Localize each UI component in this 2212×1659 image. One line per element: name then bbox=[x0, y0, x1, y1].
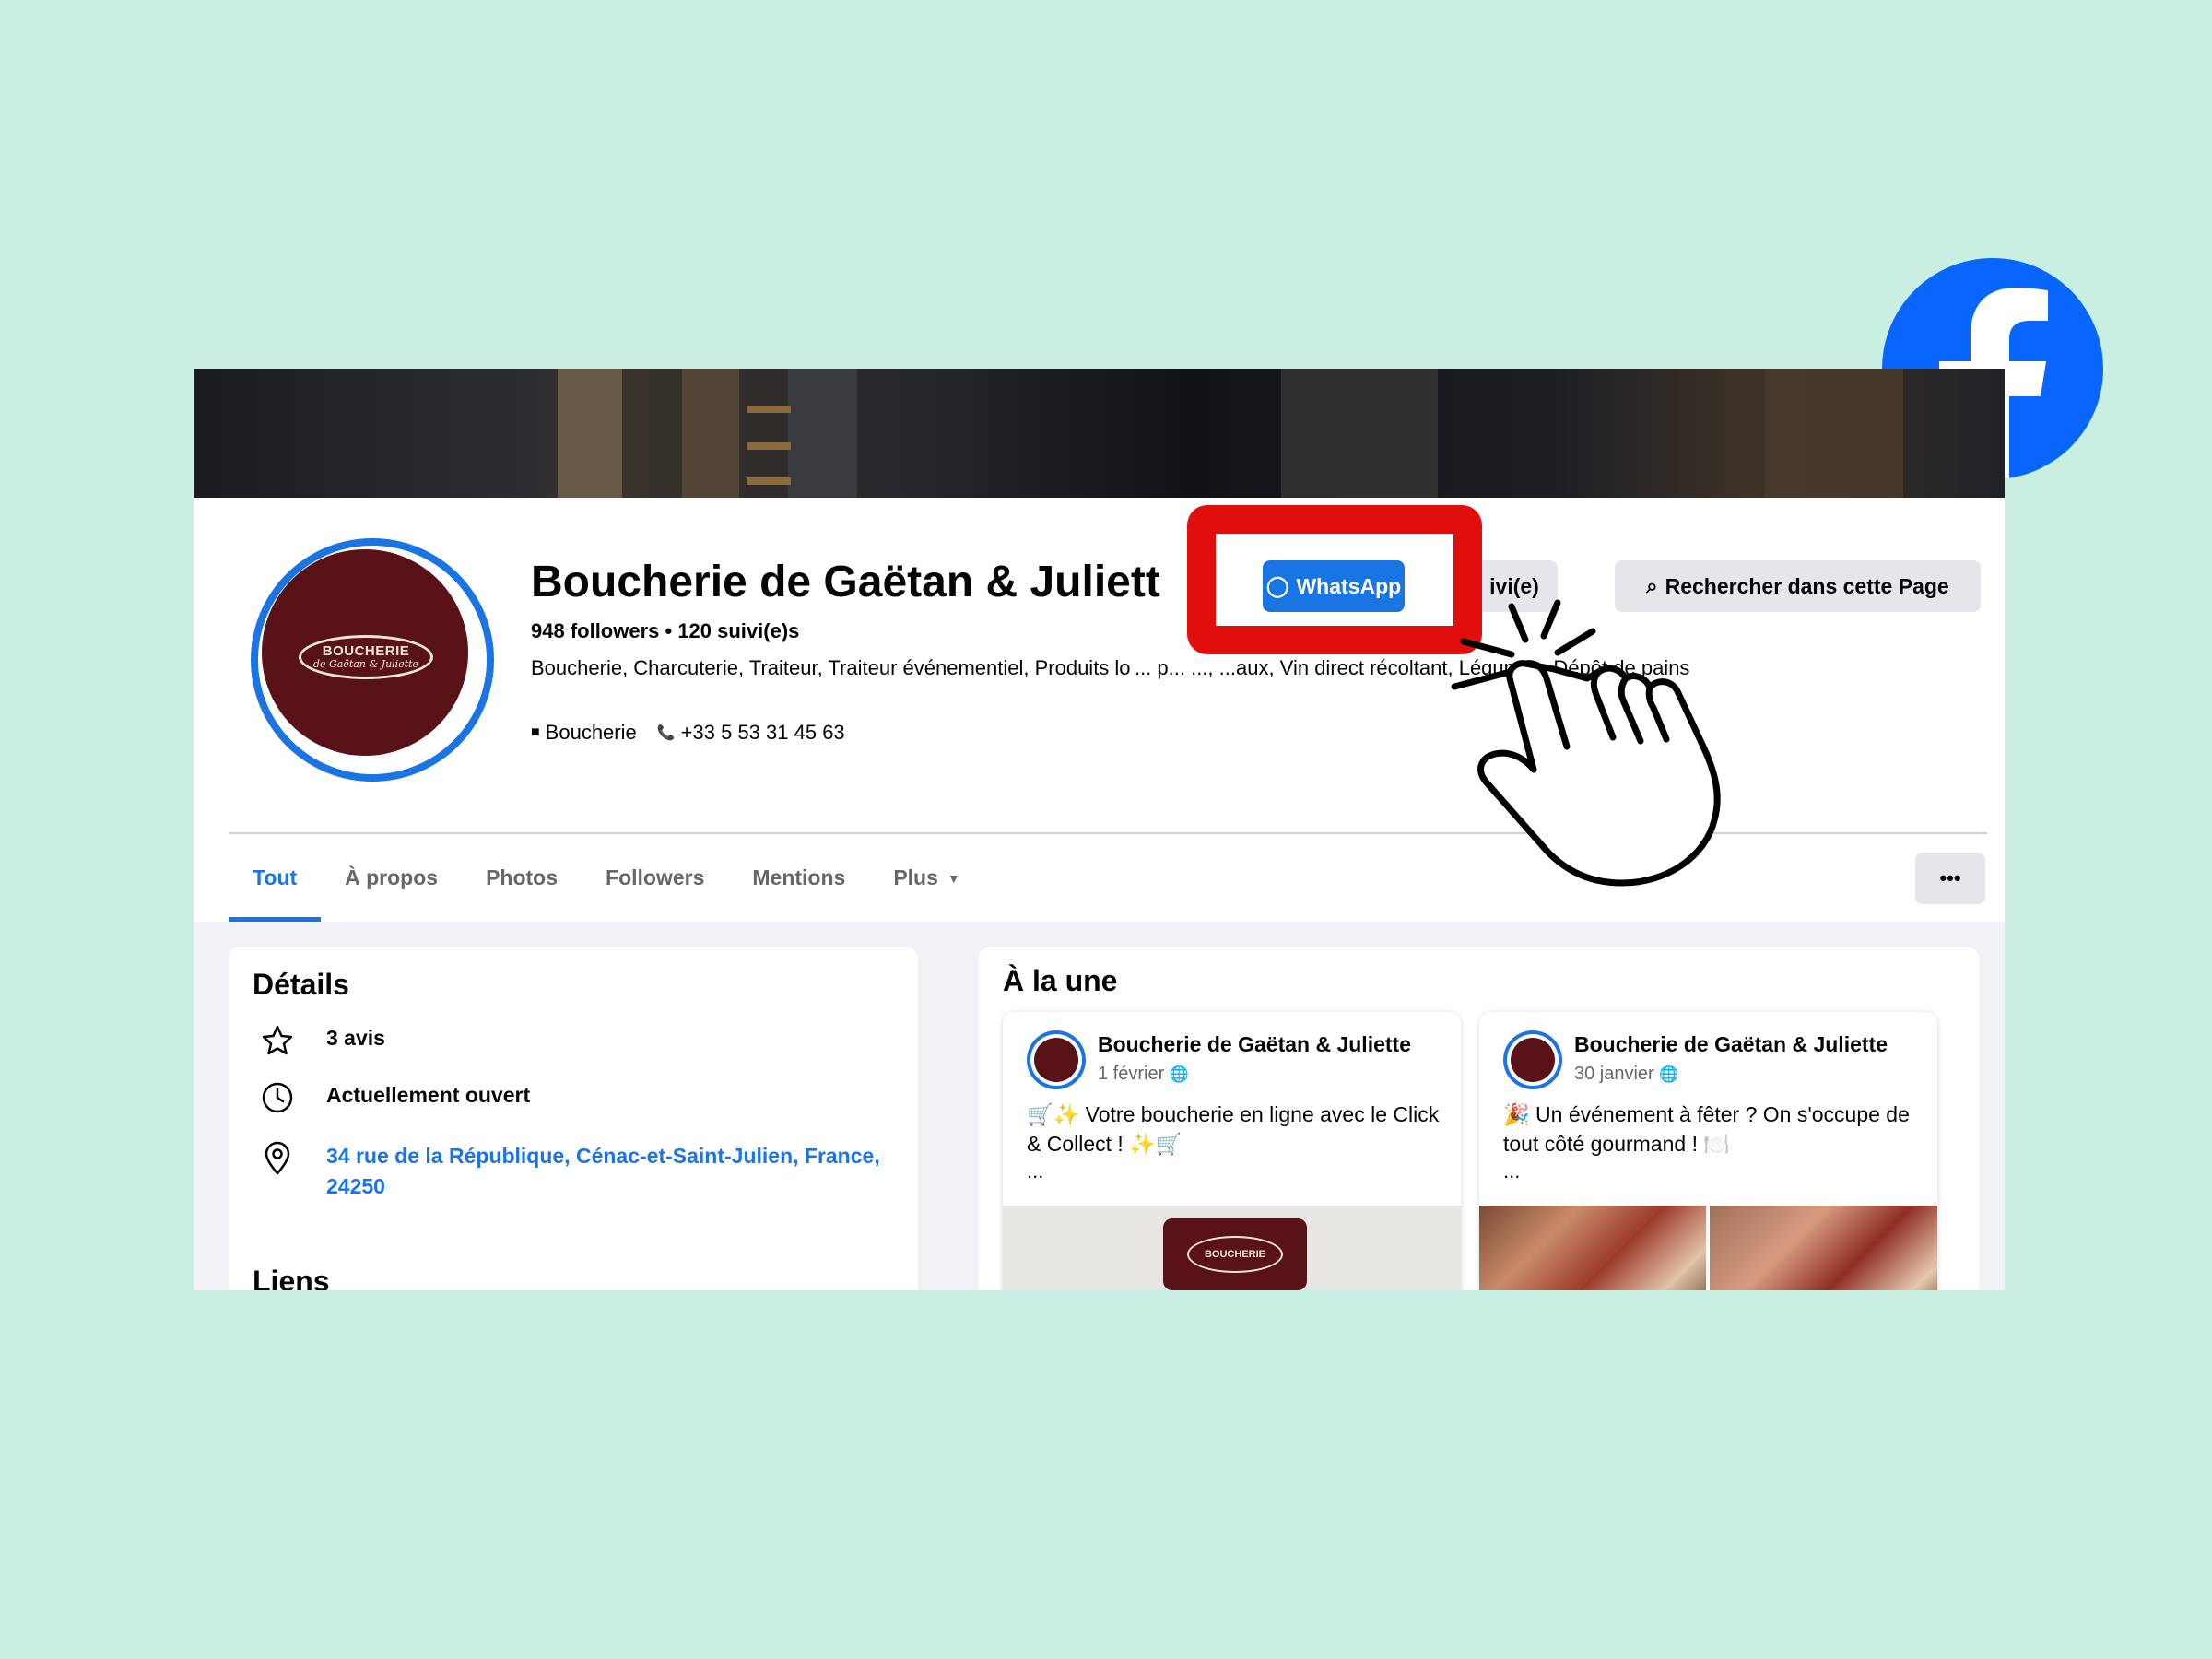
tab-label: Photos bbox=[486, 865, 559, 889]
phone-number[interactable]: +33 5 53 31 45 63 bbox=[681, 721, 845, 745]
post-ellipsis: ... bbox=[1503, 1159, 1521, 1182]
featured-title: À la une bbox=[1003, 964, 1118, 997]
tab-tout[interactable]: Tout bbox=[229, 834, 322, 922]
reviews-row[interactable]: 3 avis bbox=[260, 1023, 385, 1058]
address-link[interactable]: 34 rue de la République, Cénac-et-Saint-… bbox=[326, 1141, 916, 1202]
featured-post[interactable]: Boucherie de Gaëtan & Juliette 1 février… bbox=[1003, 1012, 1461, 1290]
tab-mentions[interactable]: Mentions bbox=[728, 834, 869, 922]
post-image-logo-text: BOUCHERIE bbox=[1187, 1236, 1283, 1273]
post-author[interactable]: Boucherie de Gaëtan & Juliette bbox=[1574, 1032, 1888, 1057]
clock-icon bbox=[262, 1082, 293, 1113]
page-title: Boucherie de Gaëtan & Juliett bbox=[531, 558, 1160, 606]
tab-label: Mentions bbox=[752, 865, 846, 889]
post-text: 🛒✨ Votre boucherie en ligne avec le Clic… bbox=[1027, 1102, 1440, 1156]
more-options-icon: ••• bbox=[1939, 866, 1961, 889]
pointing-hand-icon bbox=[1451, 599, 1721, 887]
details-title: Détails bbox=[253, 968, 349, 1001]
post-date-text: 1 février bbox=[1098, 1064, 1165, 1084]
avatar-logo-line2: de Gaëtan & Juliette bbox=[312, 658, 419, 670]
details-card: Détails 3 avis Actuellement ouvert 34 ru… bbox=[229, 947, 918, 1290]
post-date: 1 février 🌐 bbox=[1098, 1064, 1189, 1085]
tab-followers[interactable]: Followers bbox=[582, 834, 728, 922]
status-row: Actuellement ouvert bbox=[260, 1080, 530, 1115]
post-image-gallery[interactable] bbox=[1479, 1206, 1937, 1290]
tab-label: Tout bbox=[253, 865, 298, 889]
category-badge: Boucherie bbox=[545, 721, 637, 744]
location-pin-icon bbox=[265, 1141, 290, 1175]
more-options-button[interactable]: ••• bbox=[1915, 853, 1985, 904]
post-image[interactable]: BOUCHERIE bbox=[1003, 1206, 1461, 1290]
post-ellipsis: ... bbox=[1027, 1159, 1044, 1182]
post-text: 🎉 Un événement à fêter ? On s'occupe de … bbox=[1503, 1102, 1910, 1156]
avatar-logo: BOUCHERIE de Gaëtan & Juliette bbox=[299, 635, 433, 679]
post-date-text: 30 janvier bbox=[1574, 1064, 1654, 1084]
post-image[interactable] bbox=[1710, 1206, 1937, 1290]
post-image[interactable] bbox=[1479, 1206, 1706, 1290]
post-avatar bbox=[1027, 1030, 1086, 1089]
tab-plus[interactable]: Plus ▼ bbox=[869, 834, 983, 922]
cover-photo bbox=[194, 369, 2005, 498]
globe-icon: 🌐 bbox=[1169, 1065, 1189, 1083]
post-avatar bbox=[1503, 1030, 1562, 1089]
avatar-logo-line1: BOUCHERIE bbox=[322, 643, 410, 659]
page-tabs: Tout À propos Photos Followers Mentions … bbox=[229, 834, 984, 922]
open-status: Actuellement ouvert bbox=[326, 1083, 531, 1107]
post-image-logo: BOUCHERIE bbox=[1163, 1218, 1307, 1290]
tab-label: À propos bbox=[345, 865, 439, 889]
feed-area: Détails 3 avis Actuellement ouvert 34 ru… bbox=[194, 922, 2005, 1290]
briefcase-icon: ■ bbox=[531, 724, 540, 740]
post-date: 30 janvier 🌐 bbox=[1574, 1064, 1678, 1085]
links-title: Liens bbox=[253, 1265, 330, 1290]
featured-post[interactable]: Boucherie de Gaëtan & Juliette 30 janvie… bbox=[1479, 1012, 1937, 1290]
reviews-text: 3 avis bbox=[326, 1026, 385, 1050]
globe-icon: 🌐 bbox=[1659, 1065, 1679, 1083]
tab-label: Followers bbox=[606, 865, 705, 889]
follower-stats[interactable]: 948 followers • 120 suivi(e)s bbox=[531, 619, 799, 643]
post-author[interactable]: Boucherie de Gaëtan & Juliette bbox=[1098, 1032, 1411, 1057]
tab-photos[interactable]: Photos bbox=[462, 834, 582, 922]
phone-icon: 📞 bbox=[656, 725, 676, 741]
address-row[interactable]: 34 rue de la République, Cénac-et-Saint-… bbox=[260, 1141, 916, 1202]
tab-a-propos[interactable]: À propos bbox=[321, 834, 462, 922]
featured-card: À la une Boucherie de Gaëtan & Juliette … bbox=[979, 947, 1979, 1290]
tab-label: Plus bbox=[893, 865, 938, 889]
profile-avatar[interactable]: BOUCHERIE de Gaëtan & Juliette bbox=[251, 538, 494, 782]
page-meta: ■ Boucherie 📞 +33 5 53 31 45 63 bbox=[531, 721, 845, 745]
star-icon bbox=[262, 1025, 293, 1055]
caret-down-icon: ▼ bbox=[947, 870, 960, 886]
